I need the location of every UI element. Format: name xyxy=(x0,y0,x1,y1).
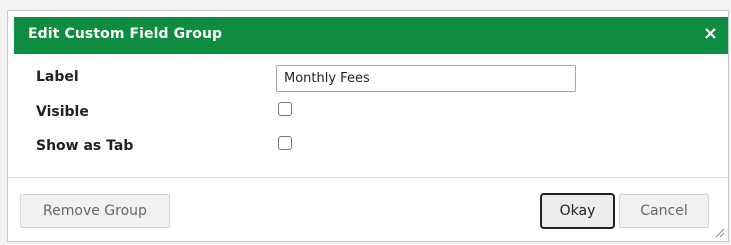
footer-divider xyxy=(8,177,728,178)
cancel-button[interactable]: Cancel xyxy=(619,194,709,228)
resize-grip-icon[interactable] xyxy=(713,226,725,238)
show-as-tab-field-label: Show as Tab xyxy=(36,138,134,154)
show-as-tab-row: Show as Tab xyxy=(8,133,728,159)
dialog-title: Edit Custom Field Group xyxy=(28,26,223,42)
visible-row: Visible xyxy=(8,99,728,125)
label-row: Label xyxy=(8,64,728,92)
label-input[interactable] xyxy=(276,65,576,92)
close-icon[interactable]: × xyxy=(703,23,718,45)
label-field-label: Label xyxy=(36,69,79,85)
okay-button[interactable]: Okay xyxy=(540,193,615,229)
edit-custom-field-group-dialog: Edit Custom Field Group × Label Visible … xyxy=(7,10,729,242)
visible-checkbox[interactable] xyxy=(278,102,292,116)
dialog-titlebar[interactable]: Edit Custom Field Group × xyxy=(14,17,728,54)
show-as-tab-checkbox[interactable] xyxy=(278,136,292,150)
remove-group-button[interactable]: Remove Group xyxy=(20,194,170,228)
visible-field-label: Visible xyxy=(36,104,89,120)
